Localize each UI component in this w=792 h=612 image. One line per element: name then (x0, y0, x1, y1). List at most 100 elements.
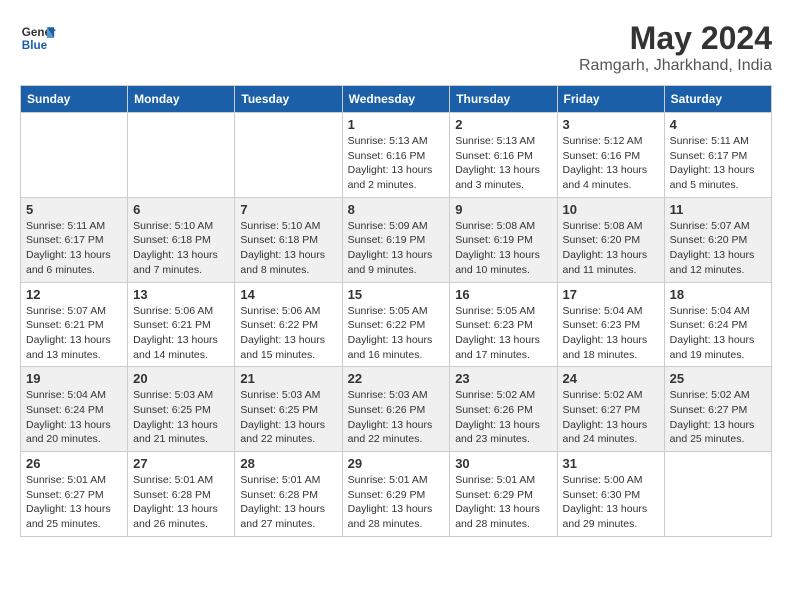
calendar-cell: 13 Sunrise: 5:06 AM Sunset: 6:21 PM Dayli… (128, 282, 235, 367)
calendar-cell: 19 Sunrise: 5:04 AM Sunset: 6:24 PM Dayli… (21, 367, 128, 452)
day-number: 3 (563, 117, 659, 132)
day-info: Sunrise: 5:03 AM Sunset: 6:26 PM Dayligh… (348, 388, 445, 447)
calendar-week-row: 1 Sunrise: 5:13 AM Sunset: 6:16 PM Daylig… (21, 113, 772, 198)
day-number: 4 (670, 117, 766, 132)
day-info: Sunrise: 5:01 AM Sunset: 6:28 PM Dayligh… (240, 473, 336, 532)
calendar-cell: 26 Sunrise: 5:01 AM Sunset: 6:27 PM Dayli… (21, 452, 128, 537)
day-info: Sunrise: 5:02 AM Sunset: 6:27 PM Dayligh… (670, 388, 766, 447)
calendar-table: SundayMondayTuesdayWednesdayThursdayFrid… (20, 85, 772, 537)
day-info: Sunrise: 5:04 AM Sunset: 6:24 PM Dayligh… (670, 304, 766, 363)
day-info: Sunrise: 5:10 AM Sunset: 6:18 PM Dayligh… (133, 219, 229, 278)
calendar-cell: 28 Sunrise: 5:01 AM Sunset: 6:28 PM Dayli… (235, 452, 342, 537)
day-number: 14 (240, 287, 336, 302)
day-number: 28 (240, 456, 336, 471)
weekday-header-thursday: Thursday (450, 86, 557, 113)
logo: General Blue (20, 20, 56, 56)
calendar-cell: 27Sunrise: 5:01 AM Sunset: 6:28 PM Dayli… (128, 452, 235, 537)
day-number: 5 (26, 202, 122, 217)
calendar-cell: 30Sunrise: 5:01 AM Sunset: 6:29 PM Dayli… (450, 452, 557, 537)
day-number: 18 (670, 287, 766, 302)
day-number: 19 (26, 371, 122, 386)
weekday-header-monday: Monday (128, 86, 235, 113)
day-info: Sunrise: 5:06 AM Sunset: 6:21 PM Dayligh… (133, 304, 229, 363)
day-number: 17 (563, 287, 659, 302)
location-subtitle: Ramgarh, Jharkhand, India (579, 57, 772, 75)
calendar-cell: 7 Sunrise: 5:10 AM Sunset: 6:18 PM Daylig… (235, 197, 342, 282)
calendar-cell: 12Sunrise: 5:07 AM Sunset: 6:21 PM Dayli… (21, 282, 128, 367)
day-number: 24 (563, 371, 659, 386)
calendar-cell: 8 Sunrise: 5:09 AM Sunset: 6:19 PM Daylig… (342, 197, 450, 282)
weekday-header-friday: Friday (557, 86, 664, 113)
day-info: Sunrise: 5:04 AM Sunset: 6:24 PM Dayligh… (26, 388, 122, 447)
day-info: Sunrise: 5:01 AM Sunset: 6:29 PM Dayligh… (455, 473, 551, 532)
calendar-cell: 3 Sunrise: 5:12 AM Sunset: 6:16 PM Daylig… (557, 113, 664, 198)
calendar-cell: 23 Sunrise: 5:02 AM Sunset: 6:26 PM Dayli… (450, 367, 557, 452)
calendar-cell: 22Sunrise: 5:03 AM Sunset: 6:26 PM Dayli… (342, 367, 450, 452)
day-info: Sunrise: 5:01 AM Sunset: 6:27 PM Dayligh… (26, 473, 122, 532)
logo-icon: General Blue (20, 20, 56, 56)
calendar-cell: 31 Sunrise: 5:00 AM Sunset: 6:30 PM Dayli… (557, 452, 664, 537)
calendar-cell (128, 113, 235, 198)
page-header: General Blue May 2024 Ramgarh, Jharkhand… (20, 20, 772, 75)
day-info: Sunrise: 5:01 AM Sunset: 6:28 PM Dayligh… (133, 473, 229, 532)
calendar-cell: 24 Sunrise: 5:02 AM Sunset: 6:27 PM Dayli… (557, 367, 664, 452)
weekday-header-tuesday: Tuesday (235, 86, 342, 113)
day-number: 29 (348, 456, 445, 471)
calendar-cell: 1 Sunrise: 5:13 AM Sunset: 6:16 PM Daylig… (342, 113, 450, 198)
calendar-cell: 17 Sunrise: 5:04 AM Sunset: 6:23 PM Dayli… (557, 282, 664, 367)
day-number: 25 (670, 371, 766, 386)
day-number: 16 (455, 287, 551, 302)
day-info: Sunrise: 5:05 AM Sunset: 6:22 PM Dayligh… (348, 304, 445, 363)
day-number: 23 (455, 371, 551, 386)
calendar-cell (21, 113, 128, 198)
day-info: Sunrise: 5:04 AM Sunset: 6:23 PM Dayligh… (563, 304, 659, 363)
day-info: Sunrise: 5:00 AM Sunset: 6:30 PM Dayligh… (563, 473, 659, 532)
month-year-title: May 2024 (579, 20, 772, 57)
day-number: 13 (133, 287, 229, 302)
calendar-header-row: SundayMondayTuesdayWednesdayThursdayFrid… (21, 86, 772, 113)
day-number: 11 (670, 202, 766, 217)
calendar-cell: 29Sunrise: 5:01 AM Sunset: 6:29 PM Dayli… (342, 452, 450, 537)
weekday-header-wednesday: Wednesday (342, 86, 450, 113)
day-number: 7 (240, 202, 336, 217)
day-number: 15 (348, 287, 445, 302)
day-number: 1 (348, 117, 445, 132)
svg-text:Blue: Blue (22, 39, 48, 52)
day-info: Sunrise: 5:12 AM Sunset: 6:16 PM Dayligh… (563, 134, 659, 193)
day-info: Sunrise: 5:02 AM Sunset: 6:26 PM Dayligh… (455, 388, 551, 447)
calendar-cell: 25 Sunrise: 5:02 AM Sunset: 6:27 PM Dayli… (664, 367, 771, 452)
calendar-week-row: 12Sunrise: 5:07 AM Sunset: 6:21 PM Dayli… (21, 282, 772, 367)
calendar-cell: 16Sunrise: 5:05 AM Sunset: 6:23 PM Dayli… (450, 282, 557, 367)
day-number: 31 (563, 456, 659, 471)
calendar-cell: 14 Sunrise: 5:06 AM Sunset: 6:22 PM Dayli… (235, 282, 342, 367)
day-number: 26 (26, 456, 122, 471)
day-number: 8 (348, 202, 445, 217)
title-block: May 2024 Ramgarh, Jharkhand, India (579, 20, 772, 75)
day-number: 2 (455, 117, 551, 132)
day-info: Sunrise: 5:07 AM Sunset: 6:21 PM Dayligh… (26, 304, 122, 363)
day-info: Sunrise: 5:07 AM Sunset: 6:20 PM Dayligh… (670, 219, 766, 278)
day-number: 10 (563, 202, 659, 217)
day-info: Sunrise: 5:13 AM Sunset: 6:16 PM Dayligh… (348, 134, 445, 193)
day-info: Sunrise: 5:10 AM Sunset: 6:18 PM Dayligh… (240, 219, 336, 278)
calendar-cell (235, 113, 342, 198)
calendar-cell: 15 Sunrise: 5:05 AM Sunset: 6:22 PM Dayli… (342, 282, 450, 367)
calendar-cell: 18 Sunrise: 5:04 AM Sunset: 6:24 PM Dayli… (664, 282, 771, 367)
calendar-cell: 21 Sunrise: 5:03 AM Sunset: 6:25 PM Dayli… (235, 367, 342, 452)
day-number: 20 (133, 371, 229, 386)
calendar-cell: 9 Sunrise: 5:08 AM Sunset: 6:19 PM Daylig… (450, 197, 557, 282)
day-info: Sunrise: 5:09 AM Sunset: 6:19 PM Dayligh… (348, 219, 445, 278)
day-info: Sunrise: 5:03 AM Sunset: 6:25 PM Dayligh… (133, 388, 229, 447)
calendar-cell: 5 Sunrise: 5:11 AM Sunset: 6:17 PM Daylig… (21, 197, 128, 282)
day-info: Sunrise: 5:02 AM Sunset: 6:27 PM Dayligh… (563, 388, 659, 447)
calendar-cell: 20 Sunrise: 5:03 AM Sunset: 6:25 PM Dayli… (128, 367, 235, 452)
day-number: 9 (455, 202, 551, 217)
day-number: 21 (240, 371, 336, 386)
day-info: Sunrise: 5:08 AM Sunset: 6:19 PM Dayligh… (455, 219, 551, 278)
day-info: Sunrise: 5:11 AM Sunset: 6:17 PM Dayligh… (670, 134, 766, 193)
calendar-cell: 6Sunrise: 5:10 AM Sunset: 6:18 PM Daylig… (128, 197, 235, 282)
calendar-week-row: 19 Sunrise: 5:04 AM Sunset: 6:24 PM Dayli… (21, 367, 772, 452)
day-info: Sunrise: 5:11 AM Sunset: 6:17 PM Dayligh… (26, 219, 122, 278)
day-info: Sunrise: 5:03 AM Sunset: 6:25 PM Dayligh… (240, 388, 336, 447)
day-info: Sunrise: 5:06 AM Sunset: 6:22 PM Dayligh… (240, 304, 336, 363)
